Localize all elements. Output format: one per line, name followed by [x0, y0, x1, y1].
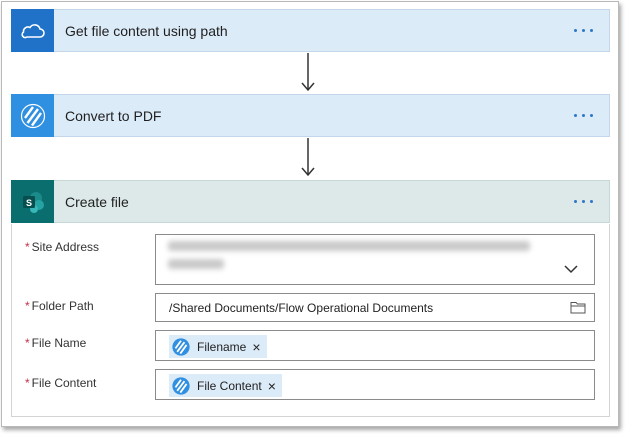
pdf-converter-icon: [171, 337, 191, 357]
arrow-down-icon: [301, 53, 315, 92]
token-label: File Content: [197, 378, 262, 393]
filename-token[interactable]: Filename ×: [169, 335, 267, 358]
more-options-icon[interactable]: [566, 106, 600, 126]
site-address-label: * Site Address: [25, 240, 100, 254]
step-title: Create file: [65, 193, 129, 210]
step-title: Get file content using path: [65, 22, 228, 39]
arrow-down-icon: [301, 138, 315, 177]
pdf-converter-icon: [11, 94, 54, 137]
create-file-form: * Site Address * Folder Path /Shared Docum…: [11, 224, 610, 417]
file-name-label: * File Name: [25, 336, 87, 350]
step-card-get-file-content[interactable]: Get file content using path: [11, 9, 610, 52]
folder-path-value: /Shared Documents/Flow Operational Docum…: [169, 301, 434, 315]
file-content-input[interactable]: File Content ×: [155, 369, 595, 400]
step-card-convert-to-pdf[interactable]: Convert to PDF: [11, 94, 610, 137]
flow-designer-canvas: Get file content using path Convert to P…: [1, 1, 619, 427]
chevron-down-icon[interactable]: [564, 265, 578, 274]
folder-path-label: * Folder Path: [25, 299, 94, 313]
svg-text:S: S: [25, 198, 31, 208]
folder-path-input[interactable]: /Shared Documents/Flow Operational Docum…: [155, 293, 595, 322]
onedrive-icon: [11, 9, 54, 52]
file-name-input[interactable]: Filename ×: [155, 330, 595, 361]
file-content-token[interactable]: File Content ×: [169, 374, 282, 397]
remove-token-icon[interactable]: ×: [252, 340, 260, 354]
more-options-icon[interactable]: [566, 192, 600, 212]
pdf-converter-icon: [171, 376, 191, 396]
remove-token-icon[interactable]: ×: [268, 379, 276, 393]
step-card-create-file[interactable]: S Create file: [11, 180, 610, 223]
token-label: Filename: [197, 339, 247, 354]
step-title: Convert to PDF: [65, 107, 162, 124]
folder-picker-icon[interactable]: [570, 300, 586, 314]
file-content-label: * File Content: [25, 376, 97, 390]
more-options-icon[interactable]: [566, 21, 600, 41]
sharepoint-icon: S: [11, 180, 54, 223]
site-address-value-redacted: [168, 241, 538, 275]
site-address-dropdown[interactable]: [155, 234, 595, 285]
